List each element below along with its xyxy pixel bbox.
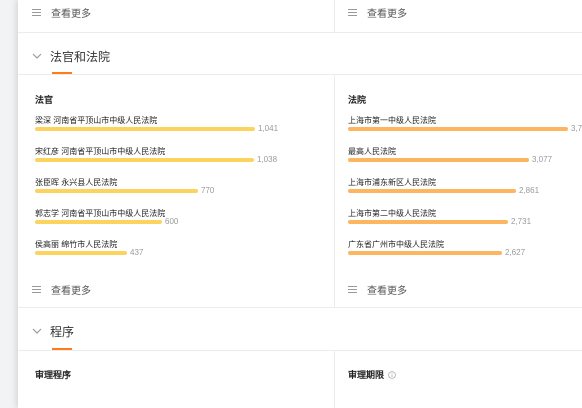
trial-period-header: 审理期限 — [348, 368, 396, 381]
trial-period-title: 审理期限 — [348, 370, 385, 380]
judge-item-label: 宋红彦 河南省平顶山市中级人民法院 — [35, 146, 165, 157]
see-more-label: 查看更多 — [51, 285, 91, 297]
judges-column-title: 法官 — [35, 95, 54, 105]
judge-item-count: 1,038 — [257, 155, 278, 164]
judge-item-bar — [35, 251, 127, 255]
list-icon — [32, 8, 41, 16]
section-divider — [18, 307, 582, 308]
info-icon[interactable] — [388, 370, 396, 379]
judge-item-label: 梁深 河南省平顶山市中级人民法院 — [35, 115, 157, 126]
judge-item-count: 1,041 — [258, 124, 279, 133]
judge-court: 河南省平顶山市中级人民法院 — [53, 116, 158, 125]
content-panel: 查看更多 查看更多 法官和法院 法官 法院 梁深 河南省平顶山市中级人民法院 1,… — [18, 0, 582, 408]
column-divider — [334, 75, 335, 307]
court-item-count: 2,861 — [519, 186, 540, 195]
see-more-label: 查看更多 — [367, 285, 407, 297]
court-item-label: 上海市浦东新区人民法院 — [348, 178, 436, 187]
judge-item[interactable]: 郭志学 河南省平顶山市中级人民法院 600 — [35, 208, 305, 232]
court-item-count: 3,7 — [571, 124, 582, 133]
judge-item-bar — [35, 158, 254, 162]
judge-item[interactable]: 梁深 河南省平顶山市中级人民法院 1,041 — [35, 115, 305, 139]
judge-court: 永兴县人民法院 — [61, 178, 118, 187]
section-title: 法官和法院 — [50, 49, 111, 64]
see-more-label: 查看更多 — [367, 8, 407, 20]
court-item-bar — [348, 220, 508, 224]
judge-court: 河南省平顶山市中级人民法院 — [61, 209, 166, 218]
list-icon — [348, 285, 357, 293]
judge-item-count: 437 — [130, 248, 144, 257]
court-item-bar — [348, 158, 529, 162]
judges-see-more-button[interactable]: 查看更多 — [32, 282, 91, 297]
chevron-down-icon — [32, 53, 42, 59]
court-item-count: 3,077 — [532, 155, 553, 164]
court-item-count: 2,627 — [505, 248, 526, 257]
judge-item-label: 张臣晖 永兴县人民法院 — [35, 177, 117, 188]
judge-item[interactable]: 宋红彦 河南省平顶山市中级人民法院 1,038 — [35, 146, 305, 170]
court-item[interactable]: 广东省广州市中级人民法院 2,627 — [348, 239, 582, 263]
chevron-down-icon — [32, 328, 42, 334]
judge-item-label: 侯高丽 绵竹市人民法院 — [35, 239, 117, 250]
judge-court: 绵竹市人民法院 — [61, 240, 118, 249]
court-item[interactable]: 最高人民法院 3,077 — [348, 146, 582, 170]
judge-court: 河南省平顶山市中级人民法院 — [61, 147, 166, 156]
court-item[interactable]: 上海市第一中级人民法院 3,7 — [348, 115, 582, 139]
section-divider — [18, 74, 582, 75]
court-item-label: 广东省广州市中级人民法院 — [348, 240, 444, 249]
section-title: 程序 — [50, 324, 75, 339]
judge-item[interactable]: 张臣晖 永兴县人民法院 770 — [35, 177, 305, 201]
judge-item-bar — [35, 220, 162, 224]
court-item-count: 2,731 — [511, 217, 532, 226]
court-item-label: 上海市第二中级人民法院 — [348, 209, 436, 218]
court-item-label: 上海市第一中级人民法院 — [348, 116, 436, 125]
trial-procedure-title: 审理程序 — [35, 370, 72, 380]
judges-prev-see-more[interactable]: 查看更多 — [32, 5, 91, 20]
judge-name: 张臣晖 — [35, 178, 59, 187]
section-header-judges-courts[interactable]: 法官和法院 — [32, 48, 110, 64]
judge-item-label: 郭志学 河南省平顶山市中级人民法院 — [35, 208, 165, 219]
court-item-bar — [348, 127, 568, 131]
judge-item-bar — [35, 127, 255, 131]
list-icon — [348, 8, 357, 16]
courts-prev-see-more[interactable]: 查看更多 — [348, 5, 407, 20]
court-item-bar — [348, 189, 516, 193]
judge-name: 郭志学 — [35, 209, 59, 218]
courts-column-title: 法院 — [348, 95, 367, 105]
court-item-label: 最高人民法院 — [348, 147, 396, 156]
section-divider — [18, 350, 582, 351]
list-icon — [32, 285, 41, 293]
court-item[interactable]: 上海市第二中级人民法院 2,731 — [348, 208, 582, 232]
judge-name: 宋红彦 — [35, 147, 59, 156]
column-divider — [334, 0, 335, 32]
judge-item-count: 770 — [201, 186, 215, 195]
court-item[interactable]: 上海市浦东新区人民法院 2,861 — [348, 177, 582, 201]
judge-item[interactable]: 侯高丽 绵竹市人民法院 437 — [35, 239, 305, 263]
courts-see-more-button[interactable]: 查看更多 — [348, 282, 407, 297]
court-item-bar — [348, 251, 502, 255]
column-divider — [334, 351, 335, 408]
judge-item-count: 600 — [165, 217, 179, 226]
section-header-procedure[interactable]: 程序 — [32, 323, 74, 339]
see-more-label: 查看更多 — [51, 8, 91, 20]
judge-name: 侯高丽 — [35, 240, 59, 249]
section-divider — [18, 32, 582, 33]
judge-item-bar — [35, 189, 198, 193]
judge-name: 梁深 — [35, 116, 51, 125]
